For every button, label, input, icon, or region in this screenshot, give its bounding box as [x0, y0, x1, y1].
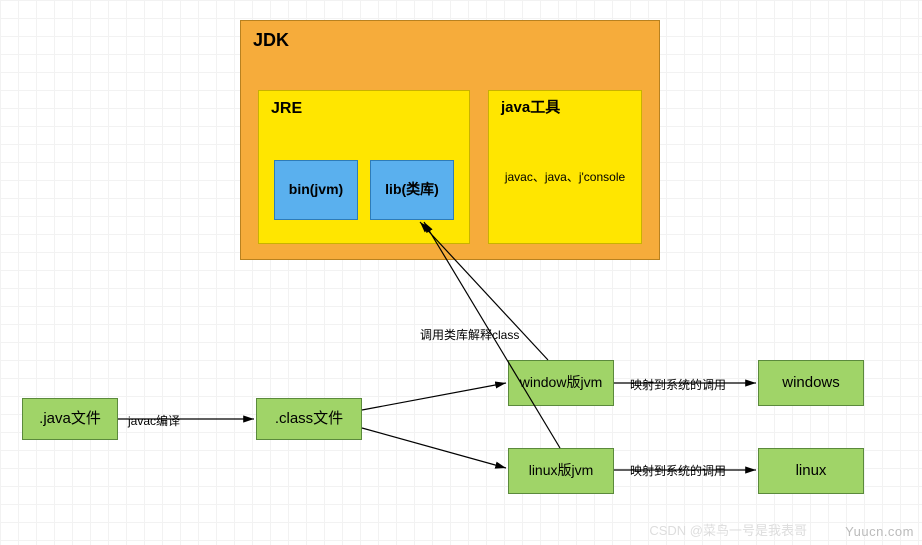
window-jvm-node: window版jvm	[508, 360, 614, 406]
jre-lib-label: lib(类库)	[385, 181, 439, 199]
class-file-node: .class文件	[256, 398, 362, 440]
windows-node: windows	[758, 360, 864, 406]
linux-label: linux	[796, 462, 827, 481]
map-linux-label: 映射到系统的调用	[630, 462, 726, 479]
javac-label: javac编译	[128, 412, 180, 429]
class-file-label: .class文件	[275, 410, 343, 429]
window-jvm-label: window版jvm	[520, 374, 602, 392]
jre-bin-box: bin(jvm)	[274, 160, 358, 220]
jdk-title: JDK	[253, 29, 289, 52]
jre-lib-box: lib(类库)	[370, 160, 454, 220]
java-tools-title: java工具	[501, 99, 560, 118]
call-lib-label: 调用类库解释class	[420, 326, 519, 343]
java-tools-container: java工具	[488, 90, 642, 244]
java-file-label: .java文件	[39, 410, 101, 429]
map-win-label: 映射到系统的调用	[630, 376, 726, 393]
jre-title: JRE	[271, 99, 302, 119]
java-tools-items: javac、java、j'console	[500, 168, 630, 185]
java-file-node: .java文件	[22, 398, 118, 440]
jre-bin-label: bin(jvm)	[289, 181, 343, 199]
linux-jvm-node: linux版jvm	[508, 448, 614, 494]
linux-jvm-label: linux版jvm	[529, 462, 594, 480]
watermark-site: Yuucn.com	[845, 524, 914, 539]
linux-node: linux	[758, 448, 864, 494]
watermark-csdn: CSDN @菜鸟一号是我表哥	[649, 520, 807, 539]
windows-label: windows	[782, 374, 840, 393]
